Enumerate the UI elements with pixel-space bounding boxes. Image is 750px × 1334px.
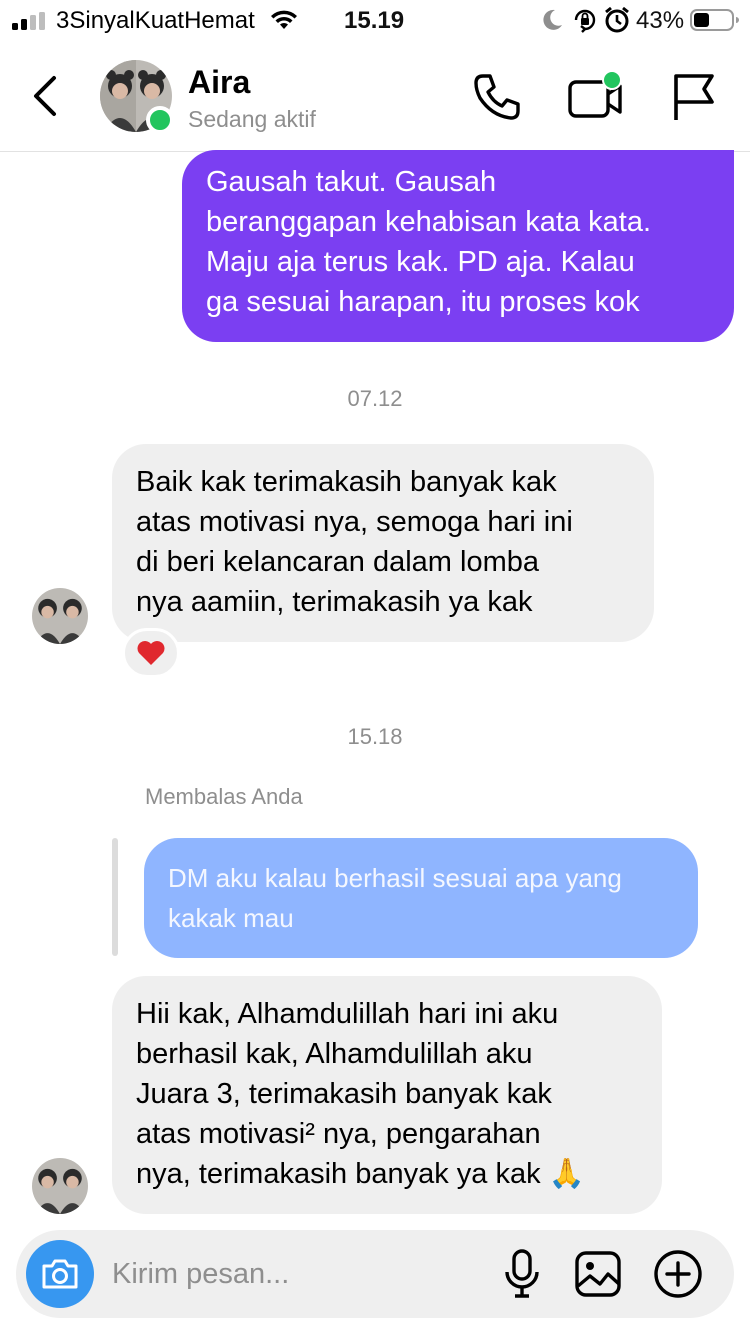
heart-reaction[interactable] bbox=[122, 628, 180, 678]
sender-avatar[interactable] bbox=[32, 1158, 88, 1214]
video-call-icon[interactable] bbox=[566, 68, 624, 122]
message-bubble-sent[interactable]: Gausah takut. Gausah beranggapan kehabis… bbox=[182, 150, 734, 342]
message-line: atas motivasi nya, semoga hari ini bbox=[136, 506, 573, 538]
camera-icon bbox=[42, 1259, 78, 1289]
signal-icon bbox=[12, 12, 45, 30]
microphone-icon[interactable] bbox=[502, 1248, 542, 1300]
message-line: Juara 3, terimakasih banyak kak bbox=[136, 1078, 552, 1110]
message-input[interactable] bbox=[112, 1252, 472, 1296]
contact-status: Sedang aktif bbox=[188, 106, 316, 132]
message-line: Gausah takut. Gausah bbox=[206, 166, 497, 198]
back-icon[interactable] bbox=[28, 72, 64, 120]
timestamp: 15.18 bbox=[347, 724, 403, 749]
carrier-name: 3SinyalKuatHemat bbox=[56, 7, 255, 34]
message-line: beranggapan kehabisan kata kata. bbox=[206, 206, 652, 238]
flag-icon[interactable] bbox=[670, 72, 716, 122]
message-line: atas motivasi² nya, pengarahan bbox=[136, 1118, 541, 1150]
chat-header: Aira Sedang aktif bbox=[0, 42, 750, 152]
message-line: Maju aja terus kak. PD aja. Kalau bbox=[206, 246, 635, 278]
reply-indicator-line bbox=[112, 838, 118, 956]
alarm-icon bbox=[605, 6, 629, 33]
timestamp: 07.12 bbox=[347, 386, 403, 411]
message-bubble-received[interactable]: Hii kak, Alhamdulillah hari ini aku berh… bbox=[112, 976, 662, 1214]
message-bubble-received[interactable]: Baik kak terimakasih banyak kak atas mot… bbox=[112, 444, 654, 642]
clock-time: 15.19 bbox=[344, 7, 405, 34]
wifi-icon bbox=[271, 10, 297, 29]
quote-line: kakak mau bbox=[168, 903, 294, 933]
phone-icon[interactable] bbox=[472, 72, 522, 122]
replied-message-quote[interactable]: DM aku kalau berhasil sesuai apa yang ka… bbox=[144, 838, 698, 958]
gallery-icon[interactable] bbox=[574, 1250, 622, 1298]
message-line: ga sesuai harapan, itu proses kok bbox=[206, 286, 640, 318]
quote-line: DM aku kalau berhasil sesuai apa yang bbox=[168, 863, 622, 893]
moon-icon bbox=[543, 9, 562, 30]
online-status-dot bbox=[146, 106, 174, 134]
message-line: Hii kak, Alhamdulillah hari ini aku bbox=[136, 998, 559, 1030]
message-line: nya aamiin, terimakasih ya kak bbox=[136, 586, 533, 618]
heart-icon bbox=[137, 641, 165, 665]
sender-avatar[interactable] bbox=[32, 588, 88, 644]
plus-icon[interactable] bbox=[652, 1248, 704, 1300]
message-line: berhasil kak, Alhamdulillah aku bbox=[136, 1038, 533, 1070]
status-bar: 3SinyalKuatHemat 15.19 43% bbox=[0, 0, 750, 42]
orientation-lock-icon bbox=[574, 9, 596, 33]
message-composer bbox=[16, 1230, 734, 1318]
reply-label: Membalas Anda bbox=[145, 784, 303, 809]
battery-icon bbox=[690, 9, 739, 31]
message-line: di beri kelancaran dalam lomba bbox=[136, 546, 539, 578]
contact-name[interactable]: Aira bbox=[188, 64, 250, 101]
battery-percent: 43% bbox=[636, 7, 685, 34]
message-line: nya, terimakasih banyak ya kak 🙏 bbox=[136, 1158, 585, 1190]
message-line: Baik kak terimakasih banyak kak bbox=[136, 466, 557, 498]
camera-button[interactable] bbox=[26, 1240, 94, 1308]
